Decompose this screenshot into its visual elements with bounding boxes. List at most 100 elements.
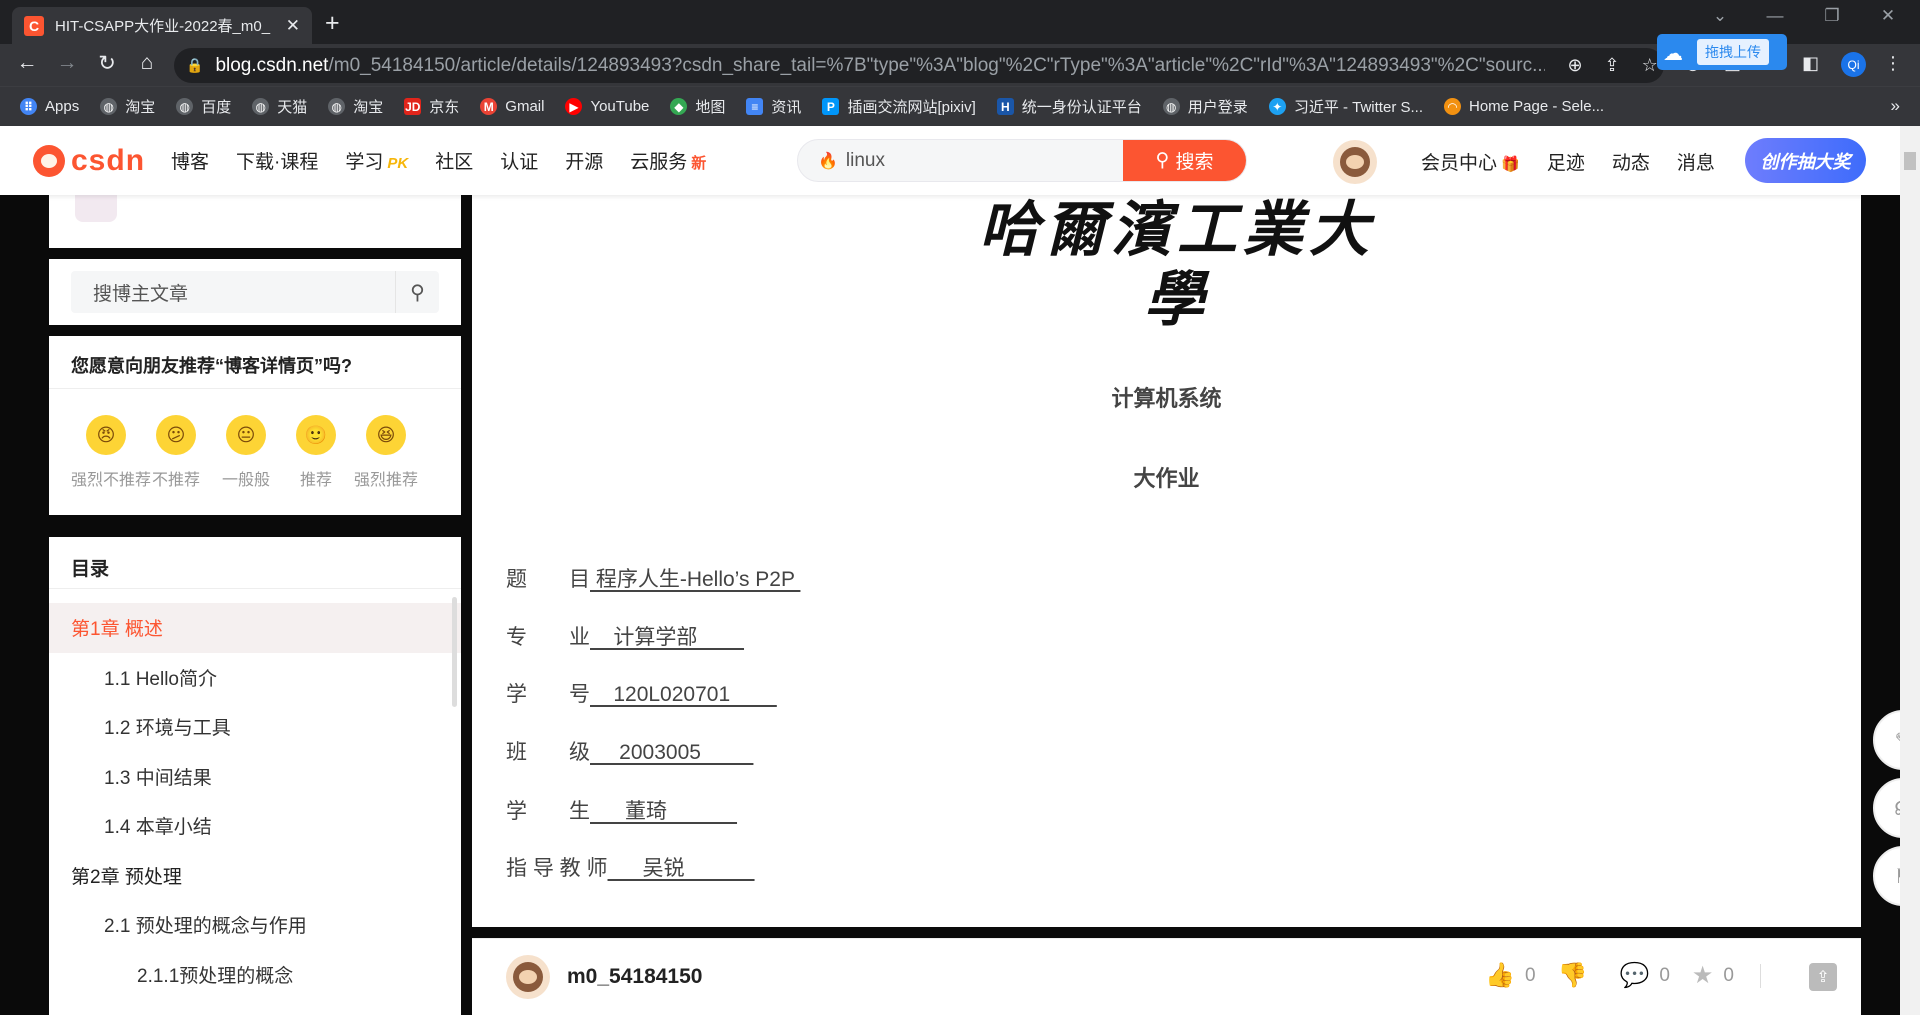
create-button[interactable]: 创作抽大奖 — [1745, 138, 1866, 183]
bookmark-label: YouTube — [590, 98, 650, 115]
bookmark-item[interactable]: ◍ 淘宝 — [328, 96, 383, 117]
bookmark-label: 百度 — [201, 99, 232, 116]
toc-item[interactable]: 1.3 中间结果 — [49, 752, 461, 802]
zoom-icon[interactable]: ⊕ — [1567, 55, 1582, 76]
recommend-option[interactable]: 😠 强烈不推荐 — [71, 415, 151, 490]
close-window-icon[interactable]: ✕ — [1868, 6, 1908, 26]
home-icon[interactable]: ⌂ — [132, 51, 162, 75]
toc-item[interactable]: 1.1 Hello简介 — [49, 653, 461, 703]
nav-item[interactable]: 社区 — [435, 147, 473, 174]
bookmark-item[interactable]: P 插画交流网站[pixiv] — [822, 96, 976, 117]
back-icon[interactable]: ← — [12, 51, 42, 75]
profile-avatar[interactable]: Qi — [1841, 52, 1866, 77]
nav-item[interactable]: 学习 PK — [345, 147, 408, 174]
article-toolbar: m0_54184150 👍 0 👎 💬 0 ★ 0 ⇪ — [472, 938, 1861, 1015]
browser-tab[interactable]: C HIT-CSAPP大作业-2022春_m0_ ✕ — [12, 7, 312, 44]
bookmark-item[interactable]: ≡ 资讯 — [746, 96, 801, 117]
toc-item[interactable]: 1.2 环境与工具 — [49, 702, 461, 752]
dislike-button[interactable]: 👎 — [1558, 961, 1598, 990]
main-nav: 博客 下载·课程 学习 PK 社区 认证 开源 云服务新 — [171, 147, 733, 174]
recommend-option[interactable]: 🙂 推荐 — [281, 415, 351, 490]
nav-item[interactable]: 博客 — [171, 147, 209, 174]
recommend-card: 您愿意向朋友推荐“博客详情页”吗? 😠 强烈不推荐 😕 不推荐 😐 一般般 🙂 推荐 😆 强烈推荐 — [49, 336, 461, 515]
new-tab-icon[interactable]: + — [325, 9, 340, 38]
toc-item[interactable]: 第1章 概述 — [49, 603, 461, 653]
like-button[interactable]: 👍 0 — [1485, 961, 1535, 990]
bookmark-item[interactable]: ◍ 百度 — [176, 96, 231, 117]
more-bookmarks-icon[interactable]: » — [1891, 96, 1900, 116]
scrollbar-thumb[interactable] — [1904, 152, 1916, 170]
header-menu-item[interactable]: 动态 — [1612, 148, 1650, 175]
author-avatar[interactable] — [506, 955, 550, 999]
forward-icon[interactable]: → — [52, 51, 82, 75]
baidu-netdisk-upload[interactable]: ☁ 拖拽上传 — [1657, 34, 1787, 70]
bookmark-item[interactable]: ◍ 用户登录 — [1162, 96, 1248, 117]
csdn-logo[interactable]: csdn — [33, 144, 145, 178]
bookmark-item[interactable]: M Gmail — [480, 98, 544, 115]
cover-field-label: 指 导 教 师 — [506, 857, 608, 880]
header-menu-label: 消息 — [1676, 153, 1715, 174]
cover-field-label: 学 生 — [506, 800, 590, 823]
nav-item[interactable]: 开源 — [565, 147, 603, 174]
author-name[interactable]: m0_54184150 — [567, 965, 702, 989]
recommend-title: 您愿意向朋友推荐“博客详情页”吗? — [49, 336, 461, 389]
bookmark-label: 统一身份认证平台 — [1021, 99, 1142, 116]
blogger-search-input[interactable]: 搜博主文章 — [71, 279, 395, 306]
share-page-icon[interactable]: ⇪ — [1605, 55, 1620, 76]
toc-item[interactable]: 2.1 预处理的概念与作用 — [49, 900, 461, 950]
bookmark-item[interactable]: ▶ YouTube — [565, 98, 649, 115]
close-tab-icon[interactable]: ✕ — [286, 16, 300, 36]
bookmark-item[interactable]: H 统一身份认证平台 — [996, 96, 1142, 117]
bookmark-label: 淘宝 — [353, 99, 384, 116]
browser-menu-icon[interactable]: ⋮ — [1884, 53, 1902, 74]
toc-card: 目录 第1章 概述 1.1 Hello简介 1.2 环境与工具 1.3 中间结果 1.4… — [49, 537, 461, 1015]
bookmark-label: Home Page - Sele... — [1469, 98, 1605, 115]
bookmark-item[interactable]: ⠿ Apps — [20, 98, 79, 115]
toc-item[interactable]: 1.4 本章小结 — [49, 801, 461, 851]
nav-item-label: 博客 — [171, 152, 210, 173]
selenium-icon: ◠ — [1444, 98, 1461, 115]
bookmark-item[interactable]: ◆ 地图 — [670, 96, 725, 117]
user-avatar[interactable] — [1333, 140, 1377, 184]
header-menu-label: 会员中心 — [1421, 153, 1498, 174]
lock-icon[interactable]: 🔒 — [186, 57, 203, 74]
header-menu-item[interactable]: 消息 — [1677, 148, 1715, 175]
header-menu-item[interactable]: 会员中心 🎁 — [1421, 148, 1520, 175]
bookmark-item[interactable]: JD 京东 — [404, 96, 459, 117]
emoji-face-icon: 🙂 — [296, 415, 336, 455]
toc-scrollbar[interactable] — [452, 597, 457, 707]
bookmark-item[interactable]: ◠ Home Page - Sele... — [1444, 98, 1604, 115]
search-icon[interactable]: ⚲ — [395, 271, 439, 313]
nav-item[interactable]: 认证 — [500, 147, 538, 174]
address-bar[interactable]: 🔒 blog.csdn.net/m0_54184150/article/deta… — [174, 48, 1664, 83]
comment-button[interactable]: 💬 0 — [1619, 961, 1669, 990]
recommend-option[interactable]: 😆 强烈推荐 — [351, 415, 421, 490]
bookmark-label: 资讯 — [771, 99, 802, 116]
side-panel-icon[interactable]: ◧ — [1802, 53, 1819, 74]
search-button[interactable]: ⚲ 搜索 — [1123, 140, 1246, 181]
toc-item[interactable]: 第2章 预处理 — [49, 851, 461, 901]
reload-icon[interactable]: ↻ — [92, 51, 122, 76]
emoji-face-icon: 😆 — [366, 415, 406, 455]
page-scrollbar[interactable] — [1900, 126, 1920, 1015]
minimize-icon[interactable]: — — [1755, 6, 1795, 26]
site-search-input[interactable]: linux — [846, 150, 1123, 172]
course-title: 计算机系统 — [1111, 386, 1222, 411]
bookmark-item[interactable]: ✦ 习近平 - Twitter S... — [1268, 96, 1423, 117]
bookmark-item[interactable]: ◍ 天猫 — [252, 96, 307, 117]
divider — [1760, 963, 1761, 988]
nav-item[interactable]: 云服务新 — [630, 147, 706, 174]
tab-search-chevron-icon[interactable]: ⌄ — [1700, 6, 1740, 26]
nav-item[interactable]: 下载·课程 — [236, 147, 318, 174]
recommend-option[interactable]: 😕 不推荐 — [141, 415, 211, 490]
thumbs-down-icon: 👎 — [1557, 962, 1588, 989]
bookmark-star-icon[interactable]: ☆ — [1642, 55, 1658, 76]
bookmark-item[interactable]: ◍ 淘宝 — [100, 96, 155, 117]
restore-icon[interactable]: ❐ — [1812, 6, 1852, 26]
header-menu-item[interactable]: 足迹 — [1547, 148, 1585, 175]
recommend-label: 推荐 — [299, 472, 332, 489]
toc-item[interactable]: 2.1.1预处理的概念 — [49, 950, 461, 1000]
share-icon[interactable]: ⇪ — [1809, 963, 1837, 991]
recommend-option[interactable]: 😐 一般般 — [211, 415, 281, 490]
favorite-button[interactable]: ★ 0 — [1692, 961, 1734, 990]
